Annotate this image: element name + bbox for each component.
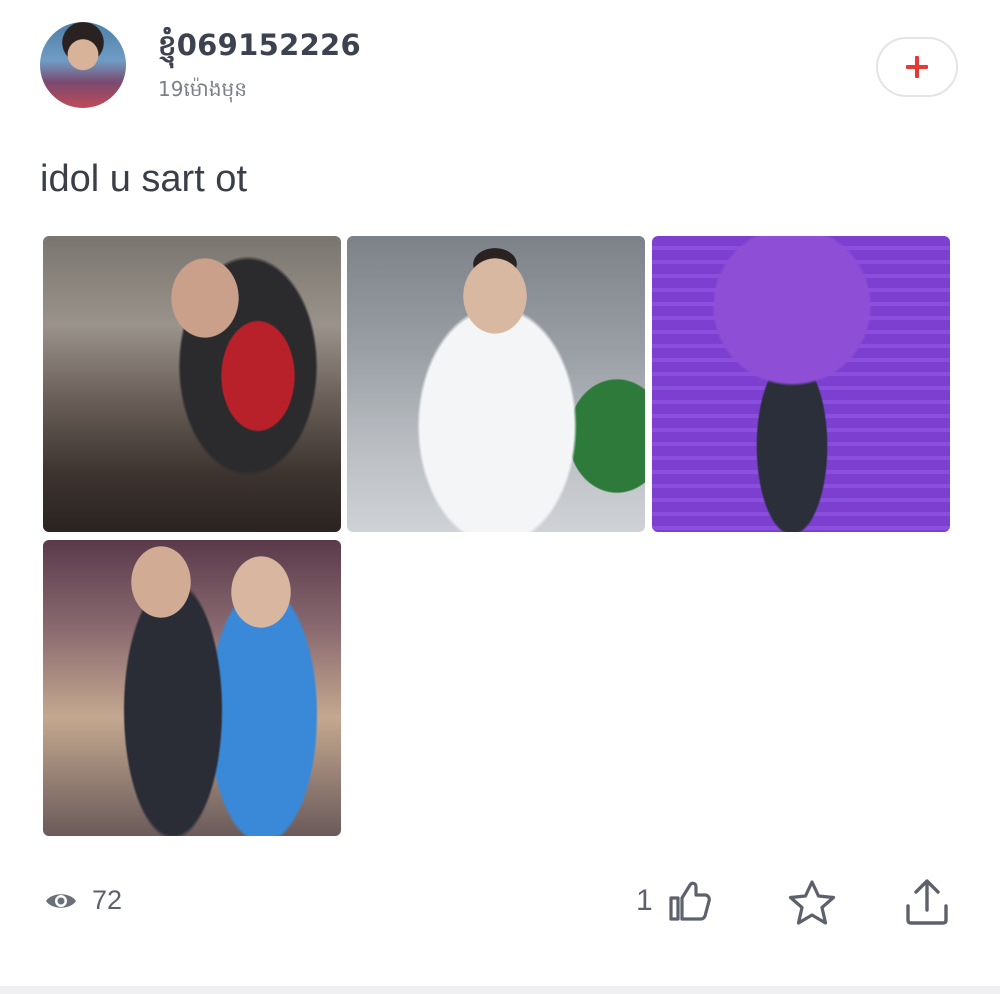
star-icon [788,880,836,925]
plus-icon [906,56,928,78]
share-icon [906,879,948,925]
like-button[interactable]: 1 [636,878,713,924]
follow-button[interactable] [876,37,958,97]
post-photo-2[interactable] [347,236,645,532]
post-text: idol u sart ot [40,158,247,200]
views-count: 72 [92,885,123,915]
post-timestamp: 19ម៉ោងមុន [158,77,247,101]
author-avatar[interactable] [40,22,126,108]
author-name[interactable]: ខ្ញុំ069152226 [158,28,361,70]
post-photo-3[interactable] [652,236,950,532]
post-photo-1[interactable] [43,236,341,532]
favorite-button[interactable] [786,878,838,933]
share-button[interactable] [902,876,952,933]
thumbs-up-icon [669,881,711,921]
eye-icon [46,893,76,908]
bottom-divider [0,986,1000,994]
like-count: 1 [636,884,653,917]
post-photo-4[interactable] [43,540,341,836]
views-indicator: 72 [44,885,122,916]
